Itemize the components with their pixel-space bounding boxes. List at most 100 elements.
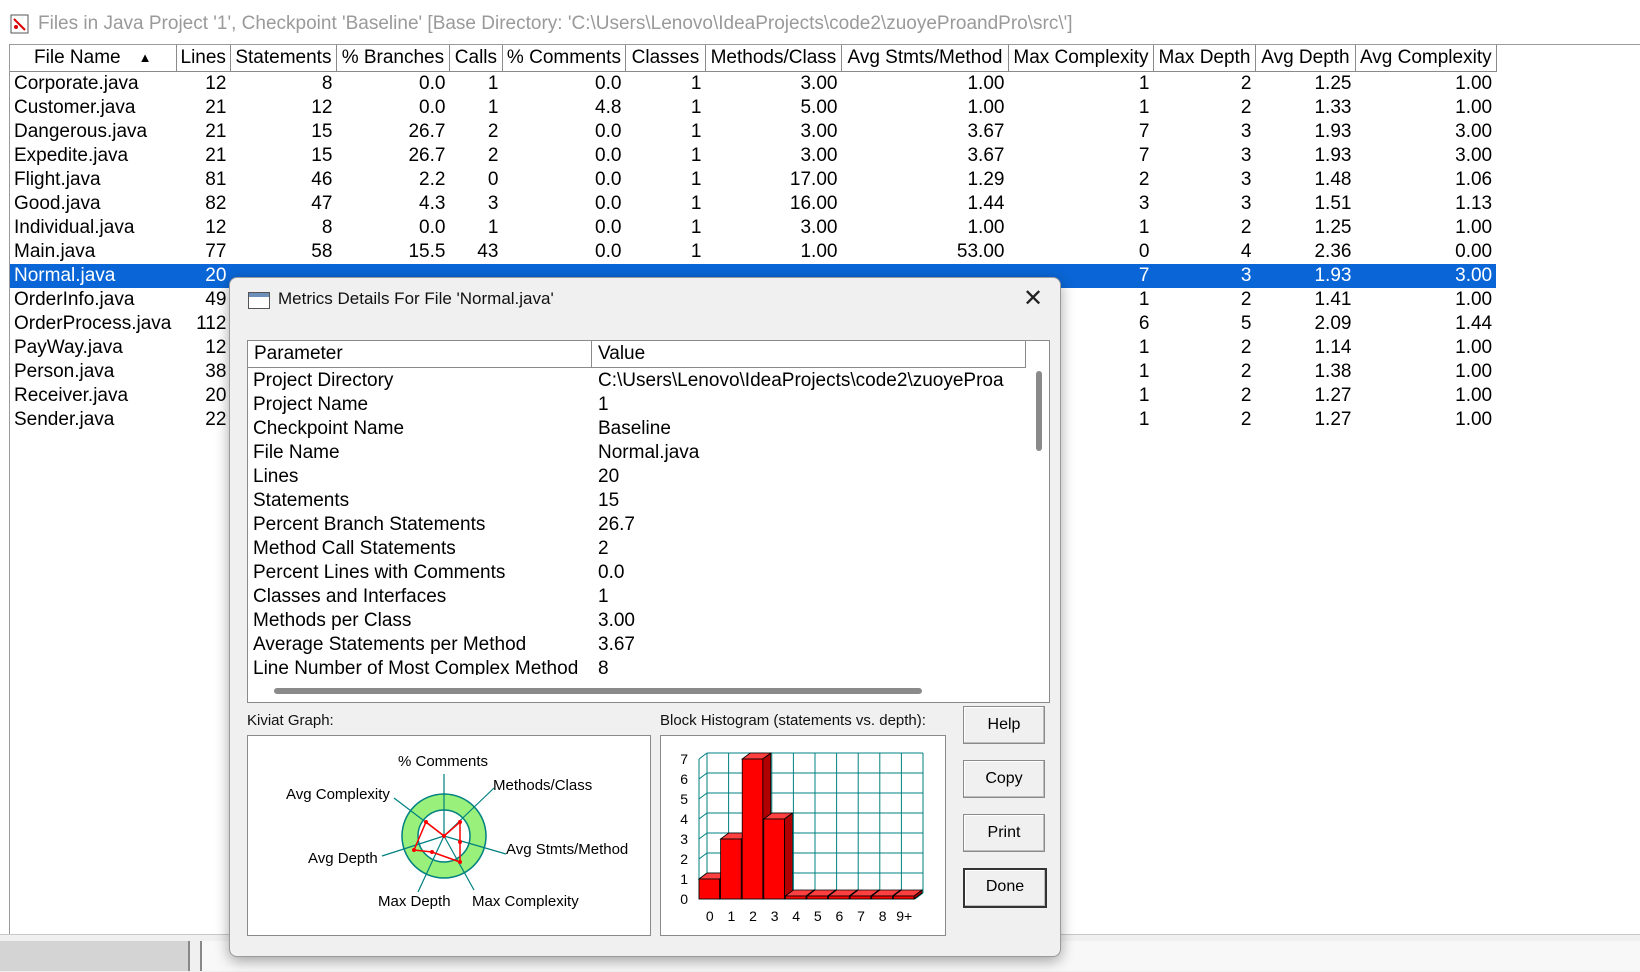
table-cell: 0.0 (419, 217, 446, 238)
table-cell: 2 (1240, 361, 1252, 382)
table-cell: 2 (487, 121, 499, 142)
column-header-label: % Comments (506, 47, 621, 68)
metrics-list[interactable]: Parameter Value Project Directory C:\User… (247, 340, 1050, 703)
table-cell: 1.13 (1455, 193, 1493, 214)
table-row[interactable]: Individual.java 12 8 0.0 1 0.0 1 3.00 1.00 1 2 1.25… (10, 216, 1496, 240)
table-cell: 0 (487, 169, 499, 190)
table-cell: 3 (487, 193, 499, 214)
table-cell: 58 (311, 241, 333, 262)
table-row[interactable]: Customer.java 21 12 0.0 1 4.8 1 5.00 1.00 1 2 1.33 1… (10, 96, 1496, 120)
list-item[interactable]: Method Call Statements 2 (248, 537, 1026, 561)
list-item[interactable]: Lines 20 (248, 465, 1026, 489)
column-header-label: Methods/Class (710, 47, 837, 68)
horizontal-scrollbar[interactable] (248, 680, 1026, 702)
list-item[interactable]: Line Number of Most Complex Method 8 (248, 657, 1026, 675)
parameter-value: 3.00 (598, 610, 635, 631)
scrollbar-thumb[interactable] (274, 688, 922, 694)
y-tick-label: 5 (680, 791, 688, 807)
column-header[interactable]: Methods/Class (705, 45, 842, 72)
table-cell: 1.00 (967, 97, 1005, 118)
histogram-bar (892, 895, 915, 900)
table-cell: 20 (205, 385, 227, 406)
done-button[interactable]: Done (963, 868, 1047, 908)
parameter-name: Method Call Statements (253, 538, 456, 559)
table-cell: OrderInfo.java (14, 289, 135, 310)
column-header[interactable]: Classes (625, 45, 706, 72)
column-header[interactable]: File Name ▲ (10, 45, 177, 72)
column-header[interactable]: Avg Stmts/Method (841, 45, 1009, 72)
column-header[interactable]: Avg Depth (1255, 45, 1356, 72)
table-cell: 2 (1240, 217, 1252, 238)
list-item[interactable]: File Name Normal.java (248, 441, 1026, 465)
close-button[interactable]: ✕ (1016, 284, 1050, 314)
column-header[interactable]: Statements (230, 45, 337, 72)
table-cell: 1.44 (1455, 313, 1493, 334)
table-cell: 1.93 (1255, 264, 1356, 288)
list-item[interactable]: Checkpoint Name Baseline (248, 417, 1026, 441)
table-cell: 2 (1240, 385, 1252, 406)
column-header-parameter[interactable]: Parameter (248, 341, 592, 367)
table-cell: 4 (1240, 241, 1252, 262)
parameter-name: Project Directory (253, 370, 394, 391)
copy-button[interactable]: Copy (963, 760, 1045, 798)
grid-line (698, 832, 708, 840)
column-header[interactable]: % Comments (502, 45, 626, 72)
column-header-label: Classes (631, 47, 700, 68)
list-item[interactable]: Percent Branch Statements 26.7 (248, 513, 1026, 537)
list-item[interactable]: Percent Lines with Comments 0.0 (248, 561, 1026, 585)
column-header[interactable]: Calls (449, 45, 503, 72)
table-cell: 2.2 (419, 169, 446, 190)
table-row[interactable]: Main.java 77 58 15.5 43 0.0 1 1.00 53.00 0 4 2.36 0.… (10, 240, 1496, 264)
metrics-list-rows: Project Directory C:\Users\Lenovo\IdeaPro… (248, 369, 1026, 675)
table-cell: 1 (487, 217, 499, 238)
sort-ascending-icon: ▲ (138, 50, 152, 66)
list-item[interactable]: Project Directory C:\Users\Lenovo\IdeaPro… (248, 369, 1026, 393)
column-header[interactable]: Max Depth (1153, 45, 1256, 72)
histogram-bar (828, 895, 850, 900)
vertical-scrollbar[interactable] (1027, 369, 1049, 675)
column-header[interactable]: Max Complexity (1008, 45, 1154, 72)
scrollbar-thumb[interactable] (1036, 371, 1042, 451)
table-cell: 1.25 (1314, 73, 1352, 94)
column-header-value[interactable]: Value (592, 341, 1026, 367)
table-cell: 1.00 (1455, 385, 1493, 406)
table-cell: 21 (205, 121, 227, 142)
kiviat-axis-label: Avg Stmts/Method (506, 841, 628, 858)
kiviat-axis-label: Max Complexity (472, 893, 579, 910)
table-cell: 7 (1138, 121, 1150, 142)
list-item[interactable]: Project Name 1 (248, 393, 1026, 417)
parameter-value: 8 (598, 658, 609, 675)
table-cell: 1.33 (1314, 97, 1352, 118)
table-cell: 26.7 (408, 121, 446, 142)
parameter-value: 2 (598, 538, 609, 559)
table-cell: 53.00 (956, 241, 1005, 262)
column-header[interactable]: Avg Complexity (1355, 45, 1497, 72)
column-header[interactable]: Lines (176, 45, 231, 72)
table-cell: 2 (1240, 73, 1252, 94)
y-tick-label: 1 (680, 871, 688, 887)
table-cell: 1.51 (1314, 193, 1352, 214)
table-cell: 1.44 (967, 193, 1005, 214)
table-row[interactable]: Flight.java 81 46 2.2 0 0.0 1 17.00 1.29 2 3 1.48 1.… (10, 168, 1496, 192)
table-cell: Receiver.java (14, 385, 129, 406)
list-item[interactable]: Statements 15 (248, 489, 1026, 513)
table-cell: 1 (690, 97, 702, 118)
parameter-name: Project Name (253, 394, 369, 415)
kiviat-graph: % Comments Methods/Class Avg Stmts/Metho… (247, 735, 651, 936)
table-row[interactable]: Corporate.java 12 8 0.0 1 0.0 1 3.00 1.00 1 2 1.25 1… (10, 72, 1496, 97)
table-row[interactable]: Good.java 82 47 4.3 3 0.0 1 16.00 1.44 3 3 1.51 1.13 (10, 192, 1496, 216)
table-cell: 0.0 (595, 217, 622, 238)
table-cell: 1.93 (1314, 145, 1352, 166)
table-row[interactable]: Expedite.java 21 15 26.7 2 0.0 1 3.00 3.67 7 3 1.93… (10, 144, 1496, 168)
list-item[interactable]: Methods per Class 3.00 (248, 609, 1026, 633)
table-row[interactable]: Dangerous.java 21 15 26.7 2 0.0 1 3.00 3.67 7 3 1.9… (10, 120, 1496, 144)
parameter-value: 15 (598, 490, 620, 511)
print-button[interactable]: Print (963, 814, 1045, 852)
column-header[interactable]: % Branches (336, 45, 450, 72)
table-cell: Corporate.java (14, 73, 139, 94)
help-button[interactable]: Help (963, 706, 1045, 744)
kiviat-axis-label: Avg Complexity (286, 786, 390, 803)
y-tick-label: 3 (680, 831, 688, 847)
list-item[interactable]: Classes and Interfaces 1 (248, 585, 1026, 609)
list-item[interactable]: Average Statements per Method 3.67 (248, 633, 1026, 657)
